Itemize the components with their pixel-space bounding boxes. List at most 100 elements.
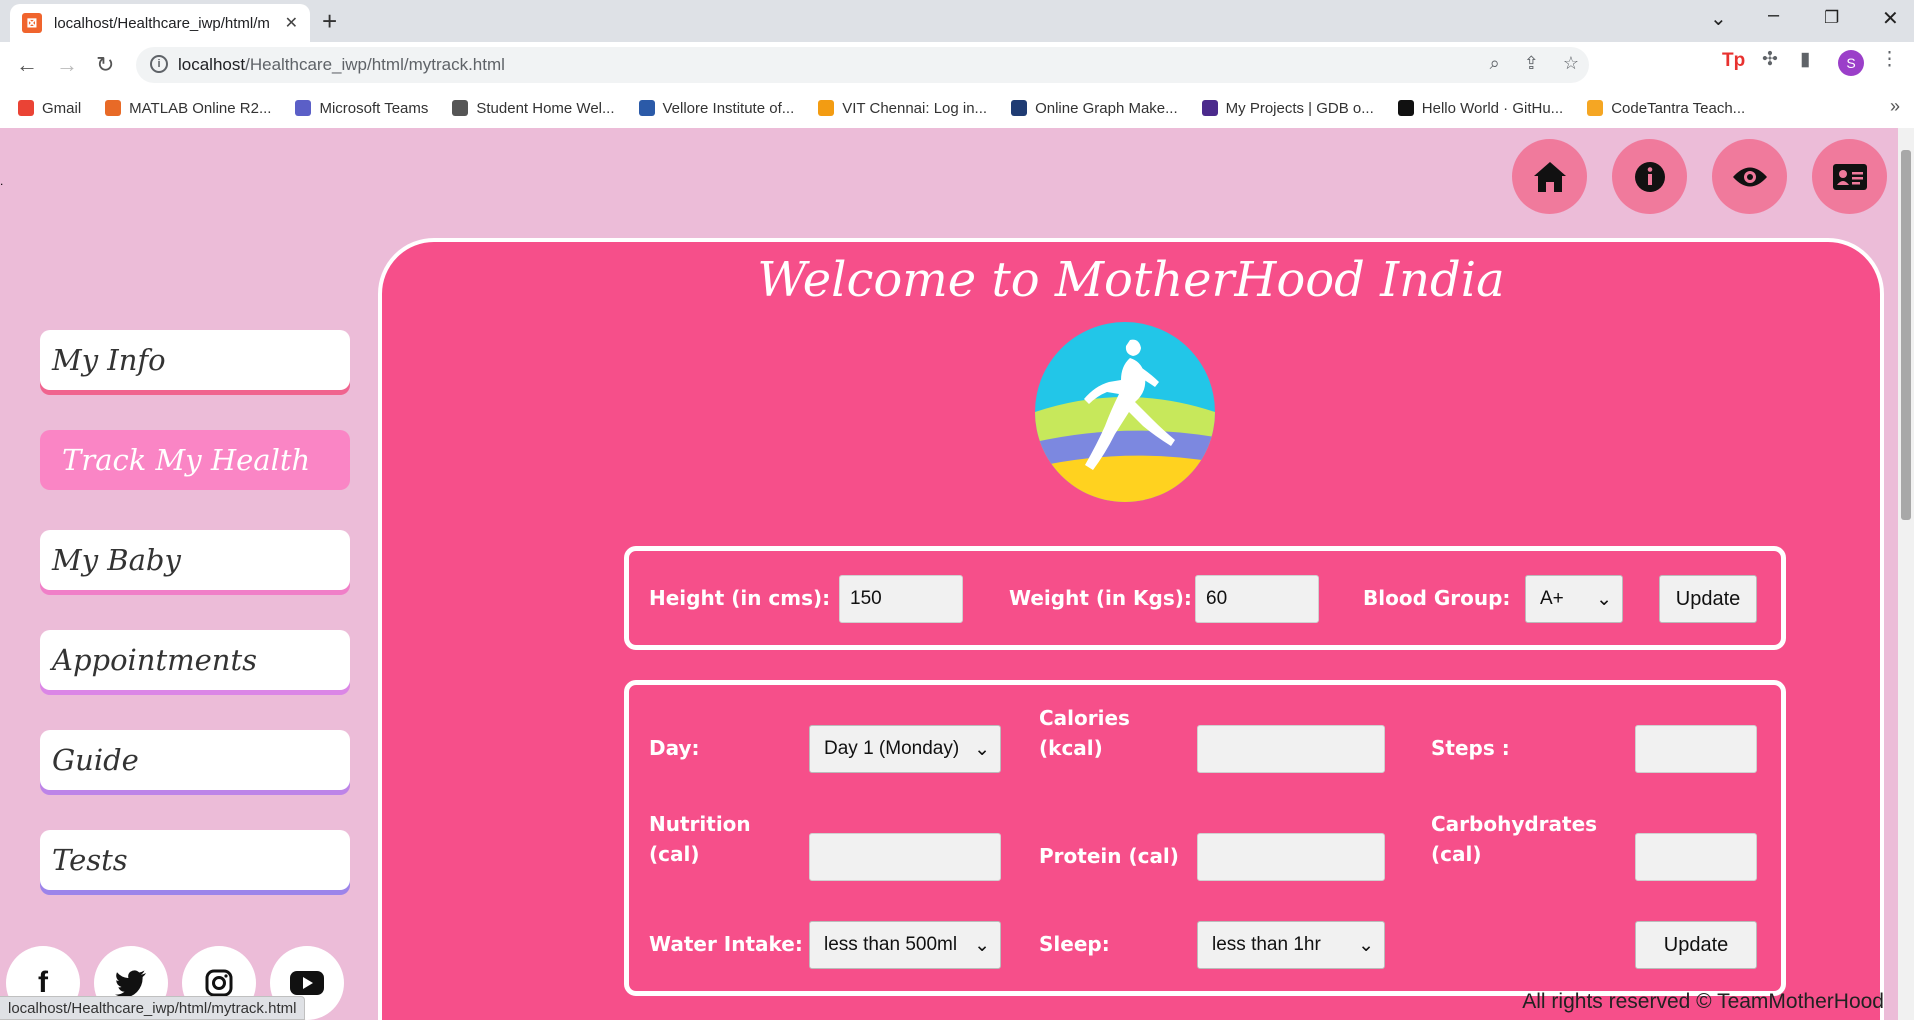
day-label: Day: xyxy=(649,736,700,760)
url-host: localhost xyxy=(178,55,246,74)
stray-dot: . xyxy=(0,174,4,188)
bookmark-label: Microsoft Teams xyxy=(319,99,429,117)
contact-button[interactable] xyxy=(1812,139,1887,214)
bookmark-item[interactable]: Vellore Institute of... xyxy=(638,100,794,117)
search-icon[interactable]: ⌕ xyxy=(1490,53,1500,74)
share-icon[interactable]: ⇪ xyxy=(1524,53,1539,74)
about-button[interactable] xyxy=(1612,139,1687,214)
footer-copyright: All rights reserved © TeamMotherHood xyxy=(1522,990,1884,1013)
home-icon xyxy=(1533,161,1566,192)
steps-input[interactable] xyxy=(1635,725,1757,773)
bookmark-item[interactable]: Online Graph Make... xyxy=(1011,100,1178,117)
water-intake-value: less than 500ml xyxy=(824,934,958,955)
bookmark-favicon-icon xyxy=(818,100,835,116)
browser-tab[interactable]: ⊠ localhost/Healthcare_iwp/html/m ✕ xyxy=(10,4,310,42)
day-value: Day 1 (Monday) xyxy=(824,738,960,759)
protein-input[interactable] xyxy=(1197,833,1385,881)
weight-input[interactable]: 60 xyxy=(1195,575,1319,623)
sidebar-item-my-baby[interactable]: My Baby xyxy=(40,530,350,590)
nutrition-input[interactable] xyxy=(809,833,1001,881)
chevron-down-icon: ⌄ xyxy=(974,738,990,760)
sidebar-item-guide[interactable]: Guide xyxy=(40,730,350,790)
kebab-menu-icon[interactable]: ⋮ xyxy=(1880,48,1899,71)
sleep-select[interactable]: less than 1hr ⌄ xyxy=(1197,921,1385,969)
daily-tracking-panel: Day: Day 1 (Monday) ⌄ Calories (kcal) Ste… xyxy=(624,680,1786,996)
sidebar-item-label: My Info xyxy=(52,343,166,377)
page-content: . My Info Track My Health My Baby Appoin… xyxy=(0,128,1914,1020)
blood-group-select[interactable]: A+ ⌄ xyxy=(1525,575,1623,623)
sidebar-item-tests[interactable]: Tests xyxy=(40,830,350,890)
update-daily-button[interactable]: Update xyxy=(1635,921,1757,969)
bookmark-favicon-icon xyxy=(1397,100,1414,116)
avatar[interactable]: S xyxy=(1838,50,1864,76)
bookmark-label: VIT Chennai: Log in... xyxy=(842,99,988,117)
day-select[interactable]: Day 1 (Monday) ⌄ xyxy=(809,725,1001,773)
bookmark-label: MATLAB Online R2... xyxy=(129,99,272,117)
back-icon[interactable]: ← xyxy=(16,52,38,78)
bookmark-favicon-icon xyxy=(1201,100,1218,116)
xampp-icon: ⊠ xyxy=(22,13,42,33)
main-panel: Welcome to MotherHood India Height (in c… xyxy=(378,238,1884,1020)
sidebar-item-label: Guide xyxy=(52,743,139,777)
scrollbar-thumb[interactable] xyxy=(1901,150,1911,520)
page-scrollbar[interactable] xyxy=(1898,128,1914,1020)
chevron-down-icon: ⌄ xyxy=(1596,588,1612,610)
bookmark-item[interactable]: My Projects | GDB o... xyxy=(1201,100,1374,117)
calories-input[interactable] xyxy=(1197,725,1385,773)
sidepanel-icon[interactable]: ▮ xyxy=(1800,48,1810,71)
bookmark-item[interactable]: Student Home Wel... xyxy=(452,99,615,117)
restore-icon[interactable]: ❐ xyxy=(1824,8,1839,28)
bookmark-label: Student Home Wel... xyxy=(476,99,615,117)
more-bookmarks-icon[interactable]: » xyxy=(1890,96,1900,117)
forward-icon[interactable]: → xyxy=(56,52,78,78)
close-window-icon[interactable]: ✕ xyxy=(1882,6,1899,31)
tp-extension-icon[interactable]: Tp xyxy=(1722,50,1745,72)
sleep-label: Sleep: xyxy=(1039,932,1110,956)
view-button[interactable] xyxy=(1712,139,1787,214)
bookmark-item[interactable]: MATLAB Online R2... xyxy=(105,100,271,117)
bookmark-item[interactable]: Gmail xyxy=(18,100,81,117)
runner-icon xyxy=(1035,322,1215,502)
tab-strip: ⊠ localhost/Healthcare_iwp/html/m ✕ + ⌄ … xyxy=(0,0,1914,42)
bookmark-item[interactable]: CodeTantra Teach... xyxy=(1587,100,1745,117)
bookmark-item[interactable]: Hello World · GitHu... xyxy=(1397,99,1564,117)
address-bar: ← → ↻ i localhost/Healthcare_iwp/html/my… xyxy=(0,42,1914,88)
bookmark-item[interactable]: VIT Chennai: Log in... xyxy=(818,100,987,117)
body-metrics-panel: Height (in cms): 150 Weight (in Kgs): 60… xyxy=(624,546,1786,650)
sidebar-item-appointments[interactable]: Appointments xyxy=(40,630,350,690)
bookmark-label: Hello World · GitHu... xyxy=(1421,99,1564,117)
twitter-bird-shape xyxy=(115,970,146,996)
water-intake-select[interactable]: less than 500ml ⌄ xyxy=(809,921,1001,969)
reload-icon[interactable]: ↻ xyxy=(96,52,114,78)
sidebar-item-label: Appointments xyxy=(52,643,258,677)
bookmark-favicon-icon xyxy=(452,100,469,116)
chevron-down-icon[interactable]: ⌄ xyxy=(1710,6,1727,31)
sleep-value: less than 1hr xyxy=(1212,934,1321,955)
puzzle-icon[interactable]: ✣ xyxy=(1762,48,1778,71)
minimize-icon[interactable]: – xyxy=(1768,4,1779,27)
tab-title: localhost/Healthcare_iwp/html/m xyxy=(54,14,270,32)
runner-logo xyxy=(1035,322,1215,502)
calories-label: Calories (kcal) xyxy=(1039,706,1130,760)
height-input[interactable]: 150 xyxy=(839,575,963,623)
bookmark-favicon-icon xyxy=(1587,100,1604,116)
eye-icon xyxy=(1732,167,1767,186)
update-body-button[interactable]: Update xyxy=(1659,575,1757,623)
new-tab-icon[interactable]: + xyxy=(322,6,337,37)
youtube-play-shape xyxy=(290,971,324,995)
info-circle-icon xyxy=(1634,161,1665,192)
info-icon[interactable]: i xyxy=(150,55,168,73)
sidebar-item-track-my-health[interactable]: Track My Health xyxy=(40,430,350,490)
close-icon[interactable]: ✕ xyxy=(285,13,298,33)
url-input[interactable]: i localhost/Healthcare_iwp/html/mytrack.… xyxy=(136,47,1589,83)
sidebar-item-my-info[interactable]: My Info xyxy=(40,330,350,390)
chevron-down-icon: ⌄ xyxy=(974,934,990,956)
chevron-down-icon: ⌄ xyxy=(1358,934,1374,956)
bookmark-label: Online Graph Make... xyxy=(1035,99,1178,117)
bookmark-item[interactable]: Microsoft Teams xyxy=(295,100,428,117)
star-icon[interactable]: ☆ xyxy=(1563,53,1579,74)
carbohydrates-input[interactable] xyxy=(1635,833,1757,881)
page-title: Welcome to MotherHood India xyxy=(757,252,1505,308)
home-button[interactable] xyxy=(1512,139,1587,214)
bookmark-label: Gmail xyxy=(42,99,82,117)
